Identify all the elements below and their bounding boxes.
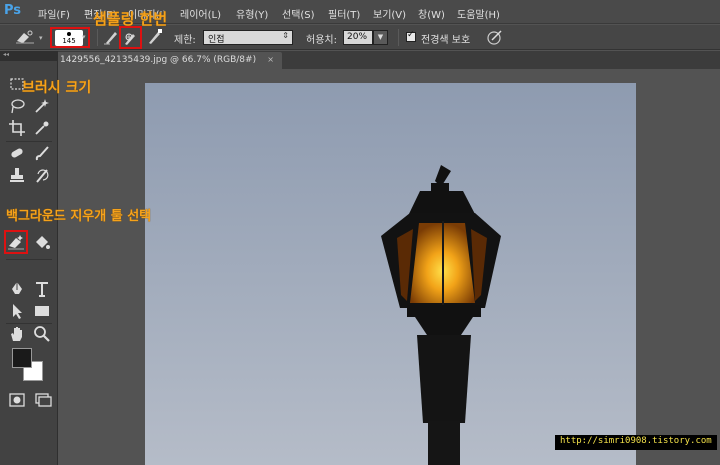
watermark-url: http://simri0908.tistory.com — [555, 435, 717, 450]
clone-stamp-tool[interactable] — [8, 166, 26, 184]
lasso-icon — [11, 99, 25, 114]
healing-brush-icon — [11, 148, 23, 158]
menu-help[interactable]: 도움말(H) — [457, 6, 500, 21]
hand-tool[interactable] — [8, 325, 26, 343]
magic-wand-tool[interactable] — [33, 97, 51, 115]
type-icon — [36, 282, 48, 297]
menu-window[interactable]: 창(W) — [418, 6, 445, 21]
tolerance-dropdown-button[interactable]: ▼ — [373, 30, 388, 45]
quick-mask-button[interactable] — [8, 391, 26, 409]
background-eraser-tool[interactable] — [7, 233, 25, 251]
select-arrows-icon: ⇕ — [282, 31, 289, 40]
close-icon[interactable]: × — [267, 55, 274, 64]
document-canvas[interactable] — [145, 83, 636, 465]
document-tab[interactable]: 1429556_42135439.jpg @ 66.7% (RGB/8#) × — [52, 52, 282, 69]
toolbox-collapse-bar[interactable]: ◂◂ — [0, 51, 58, 61]
eyedropper-icon — [35, 121, 49, 135]
foreground-color-swatch[interactable] — [12, 348, 32, 368]
menu-filter[interactable]: 필터(T) — [328, 6, 360, 21]
toolbox: ◂◂ — [0, 51, 58, 465]
zoom-tool[interactable] — [33, 325, 51, 343]
brush-tool[interactable] — [33, 144, 51, 162]
document-tab-strip: 1429556_42135439.jpg @ 66.7% (RGB/8#) × — [0, 51, 720, 69]
path-selection-icon — [13, 304, 22, 319]
annotation-brush-size: 브러시 크기 — [22, 80, 92, 96]
clone-stamp-icon — [10, 168, 24, 182]
background-eraser-icon — [8, 235, 24, 250]
annotation-background-eraser: 백그라운드 지우개 툴 선택 — [6, 209, 152, 224]
paint-bucket-tool[interactable] — [33, 233, 51, 251]
photoshop-logo: Ps — [4, 3, 22, 18]
path-selection-tool[interactable] — [8, 302, 26, 320]
type-tool[interactable] — [33, 280, 51, 298]
quick-mask-icon — [9, 393, 25, 407]
sampling-once-highlight — [119, 26, 142, 49]
sampling-background-icon — [149, 29, 162, 44]
limit-label: 제한: — [174, 35, 196, 46]
magic-wand-icon — [35, 99, 49, 113]
hand-icon — [11, 327, 22, 341]
menu-select[interactable]: 선택(S) — [282, 6, 315, 21]
rectangle-tool[interactable] — [33, 302, 51, 320]
crop-icon — [9, 120, 25, 136]
crop-tool[interactable] — [8, 119, 26, 137]
photo-street-lamp — [145, 83, 636, 465]
toolbox-separator — [6, 259, 52, 260]
brush-icon — [35, 146, 49, 161]
pen-tool[interactable] — [8, 280, 26, 298]
screen-mode-icon — [35, 393, 52, 407]
toolbox-separator — [6, 141, 52, 142]
background-eraser-icon — [16, 30, 34, 44]
eyedropper-tool[interactable] — [33, 119, 51, 137]
lasso-tool[interactable] — [8, 97, 26, 115]
tolerance-value: 20% — [347, 32, 368, 42]
brush-size-highlight: 145 ▾ — [50, 27, 90, 48]
limit-value: 인접 — [208, 35, 225, 45]
tablet-pressure-icon — [487, 30, 502, 45]
sampling-background-swatch-button[interactable] — [146, 28, 164, 46]
brush-picker[interactable]: 145 — [55, 30, 83, 46]
tolerance-label: 허용치: — [306, 35, 337, 46]
tool-preset-picker[interactable] — [14, 29, 36, 45]
history-brush-icon — [36, 169, 49, 183]
separator — [398, 29, 399, 46]
document-tab-title: 1429556_42135439.jpg @ 66.7% (RGB/8#) — [60, 55, 257, 65]
pressure-size-button[interactable] — [486, 28, 504, 46]
protect-foreground-checkbox[interactable] — [406, 30, 416, 42]
sampling-once-icon[interactable] — [121, 28, 140, 47]
rectangle-icon — [35, 306, 49, 316]
separator — [97, 29, 98, 46]
brush-picker-caret-icon[interactable]: ▾ — [82, 33, 86, 41]
history-brush-tool[interactable] — [33, 166, 51, 184]
menu-type[interactable]: 유형(Y) — [236, 6, 268, 21]
tool-preset-caret-icon[interactable]: ▾ — [39, 34, 43, 42]
tolerance-input[interactable]: 20% — [343, 30, 373, 45]
protect-foreground-label: 전경색 보호 — [421, 35, 471, 46]
zoom-icon — [34, 326, 50, 342]
annotation-sampling-once: 샘플링 한번 — [93, 10, 168, 28]
paint-bucket-icon — [36, 236, 50, 249]
screen-mode-button[interactable] — [34, 391, 52, 409]
brush-tip-icon — [67, 32, 71, 36]
menu-layer[interactable]: 레이어(L) — [180, 6, 221, 21]
toolbox-separator — [6, 323, 52, 324]
chevron-down-icon: ▼ — [377, 33, 384, 41]
menu-view[interactable]: 보기(V) — [373, 6, 406, 21]
limit-select[interactable]: 인접 ⇕ — [203, 30, 293, 45]
pen-icon — [12, 282, 22, 294]
brush-size-value: 145 — [62, 37, 76, 45]
healing-brush-tool[interactable] — [8, 144, 26, 162]
menu-file[interactable]: 파일(F) — [38, 6, 70, 21]
